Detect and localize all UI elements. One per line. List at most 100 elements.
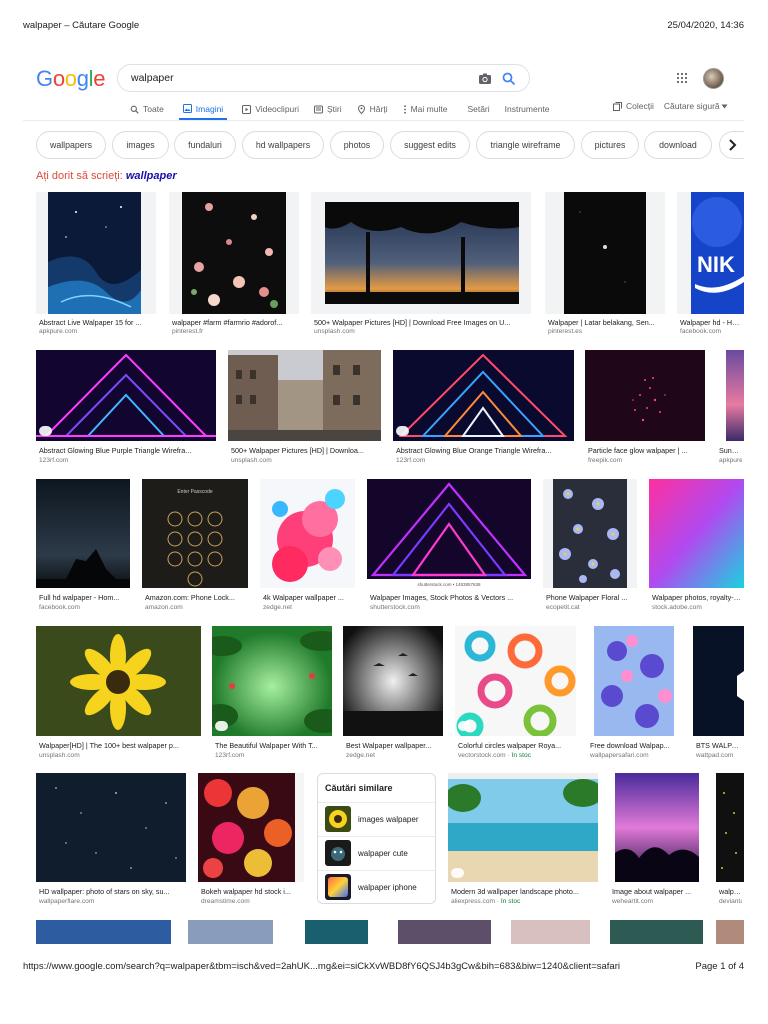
result-card[interactable]: Walpaper photos, royalty-free stock.adob… bbox=[649, 479, 744, 613]
result-source: freepik.com bbox=[588, 457, 623, 464]
result-card[interactable]: Free download Walpap... wallpapersafari.… bbox=[587, 626, 682, 761]
result-card[interactable]: Best Walpaper wallpaper... zedge.net bbox=[343, 626, 443, 761]
result-thumbnail[interactable] bbox=[511, 920, 590, 944]
result-source: amazon.com bbox=[145, 604, 183, 611]
result-source: vectorstock.com bbox=[458, 752, 506, 759]
result-thumbnail bbox=[260, 479, 355, 588]
result-card[interactable]: shutterstock.com • 1483857638 Walpaper I… bbox=[367, 479, 531, 613]
result-title: Walpaper photos, royalty-free bbox=[652, 593, 742, 602]
result-card[interactable]: 4k Walpaper wallpaper ... zedge.net bbox=[260, 479, 355, 613]
print-page-number: Page 1 of 4 bbox=[695, 961, 744, 972]
result-card[interactable]: walpaper deviantart.com bbox=[716, 773, 744, 907]
result-card[interactable]: Modern 3d wallpaper landscape photo... a… bbox=[448, 773, 598, 907]
result-thumbnail bbox=[455, 626, 576, 736]
related-thumbnail bbox=[325, 806, 351, 832]
related-item[interactable]: images walpaper bbox=[325, 806, 431, 832]
result-card[interactable]: Sunset walpaper apkpure.com bbox=[716, 350, 744, 467]
result-card[interactable]: The Beautiful Walpaper With T... 123rf.c… bbox=[212, 626, 332, 761]
cute-image-icon bbox=[331, 847, 345, 861]
svg-text:shutterstock.com • 1483857638: shutterstock.com • 1483857638 bbox=[417, 582, 481, 587]
result-card[interactable]: Full hd walpaper - Hom... facebook.com bbox=[36, 479, 130, 613]
result-title: Modern 3d wallpaper landscape photo... bbox=[451, 887, 579, 896]
result-card[interactable]: Walpaper | Latar belakang, Sen... pinter… bbox=[545, 192, 665, 337]
result-thumbnail[interactable] bbox=[36, 920, 171, 944]
svg-text:NIK: NIK bbox=[697, 252, 735, 277]
tag-icon bbox=[39, 426, 52, 436]
related-item[interactable]: walpaper iphone bbox=[325, 874, 431, 900]
result-card[interactable]: Abstract Glowing Blue Purple Triangle Wi… bbox=[36, 350, 216, 467]
result-source: 123rf.com bbox=[39, 457, 69, 464]
result-title: Walpaper[HD] | The 100+ best walpaper p.… bbox=[39, 741, 179, 750]
related-thumbnail bbox=[325, 874, 351, 900]
related-thumbnail bbox=[325, 840, 351, 866]
result-source: facebook.com bbox=[39, 604, 81, 611]
result-thumbnail bbox=[716, 773, 744, 882]
related-searches-title: Căutări similare bbox=[325, 783, 393, 793]
result-thumbnail: shutterstock.com • 1483857638 bbox=[367, 479, 531, 588]
result-card[interactable]: NIK Walpaper hd - Home facebook.com bbox=[677, 192, 744, 337]
result-thumbnail bbox=[615, 773, 699, 882]
result-source: zedge.net bbox=[346, 752, 375, 759]
result-card[interactable]: Image about walpaper ... weheartit.com bbox=[609, 773, 705, 907]
result-card[interactable]: Abstract Live Walpaper 15 for ... apkpur… bbox=[36, 192, 156, 337]
result-card[interactable]: Walpaper[HD] | The 100+ best walpaper p.… bbox=[36, 626, 201, 761]
result-card[interactable]: Phone Walpaper Floral ... ecopetit.cat bbox=[543, 479, 637, 613]
result-source: 123rf.com bbox=[215, 752, 245, 759]
tag-icon bbox=[215, 721, 228, 731]
result-thumbnail bbox=[585, 350, 705, 441]
result-thumbnail bbox=[182, 192, 286, 314]
svg-text:Enter Passcode: Enter Passcode bbox=[177, 489, 213, 495]
image-results: Abstract Live Walpaper 15 for ... apkpur… bbox=[0, 0, 768, 1024]
print-url: https://www.google.com/search?q=walpaper… bbox=[23, 961, 620, 972]
result-thumbnail bbox=[726, 350, 744, 441]
result-source: pinterest.es bbox=[548, 328, 583, 335]
result-card[interactable]: HD wallpaper: photo of stars on sky, su.… bbox=[36, 773, 186, 907]
result-card[interactable]: 500+ Walpaper Pictures [HD] | Downloa...… bbox=[228, 350, 381, 467]
result-thumbnail bbox=[36, 626, 201, 736]
result-source: 123rf.com bbox=[396, 457, 426, 464]
result-card[interactable]: Abstract Glowing Blue Orange Triangle Wi… bbox=[393, 350, 574, 467]
result-card[interactable]: Bokeh walpaper hd stock i... dreamstime.… bbox=[198, 773, 304, 907]
result-source: wallpaperflare.com bbox=[39, 898, 95, 905]
result-card[interactable]: BTS WALPAPER wattpad.com bbox=[693, 626, 744, 761]
result-card[interactable]: Particle face glow walpaper | ... freepi… bbox=[585, 350, 705, 467]
flower-icon bbox=[329, 810, 347, 828]
result-source: dreamstime.com bbox=[201, 898, 250, 905]
related-item[interactable]: walpaper cute bbox=[325, 840, 431, 866]
result-source: unsplash.com bbox=[314, 328, 355, 335]
result-title: walpaper bbox=[719, 887, 742, 896]
result-thumbnail[interactable] bbox=[610, 920, 703, 944]
result-source: pinterest.fr bbox=[172, 328, 204, 335]
result-title: The Beautiful Walpaper With T... bbox=[215, 741, 318, 750]
result-thumbnail[interactable] bbox=[716, 920, 744, 944]
divider bbox=[318, 802, 435, 803]
result-thumbnail[interactable] bbox=[188, 920, 273, 944]
related-searches: Căutări similare images walpaper walpape… bbox=[317, 773, 436, 904]
result-source: ecopetit.cat bbox=[546, 604, 580, 611]
result-title: 4k Walpaper wallpaper ... bbox=[263, 593, 344, 602]
result-title: Image about walpaper ... bbox=[612, 887, 692, 896]
result-title: Abstract Live Walpaper 15 for ... bbox=[39, 318, 142, 327]
result-title: Particle face glow walpaper | ... bbox=[588, 446, 688, 455]
in-stock-label: În stoc bbox=[500, 898, 521, 905]
result-title: 500+ Walpaper Pictures [HD] | Download F… bbox=[314, 318, 511, 327]
result-card[interactable]: 500+ Walpaper Pictures [HD] | Download F… bbox=[311, 192, 531, 337]
result-thumbnail bbox=[343, 626, 443, 736]
result-thumbnail: Enter Passcode bbox=[142, 479, 248, 588]
result-card[interactable]: Colorful circles walpaper Roya... vector… bbox=[455, 626, 576, 761]
result-thumbnail bbox=[228, 350, 381, 441]
result-thumbnail[interactable] bbox=[398, 920, 491, 944]
result-thumbnail[interactable] bbox=[305, 920, 368, 944]
result-title: Full hd walpaper - Hom... bbox=[39, 593, 120, 602]
result-thumbnail bbox=[48, 192, 141, 314]
result-thumbnail bbox=[36, 773, 186, 882]
result-card[interactable]: Enter Passcode Amazon.com: Phone Lock...… bbox=[142, 479, 248, 613]
result-source: stock.adobe.com bbox=[652, 604, 702, 611]
result-title: Amazon.com: Phone Lock... bbox=[145, 593, 235, 602]
result-thumbnail bbox=[212, 626, 332, 736]
result-source: deviantart.com bbox=[719, 898, 742, 905]
result-thumbnail bbox=[36, 479, 130, 588]
result-title: Walpaper | Latar belakang, Sen... bbox=[548, 318, 655, 327]
result-title: Walpaper hd - Home bbox=[680, 318, 742, 327]
result-card[interactable]: walpaper #farm #farmrio #adorof... pinte… bbox=[169, 192, 299, 337]
